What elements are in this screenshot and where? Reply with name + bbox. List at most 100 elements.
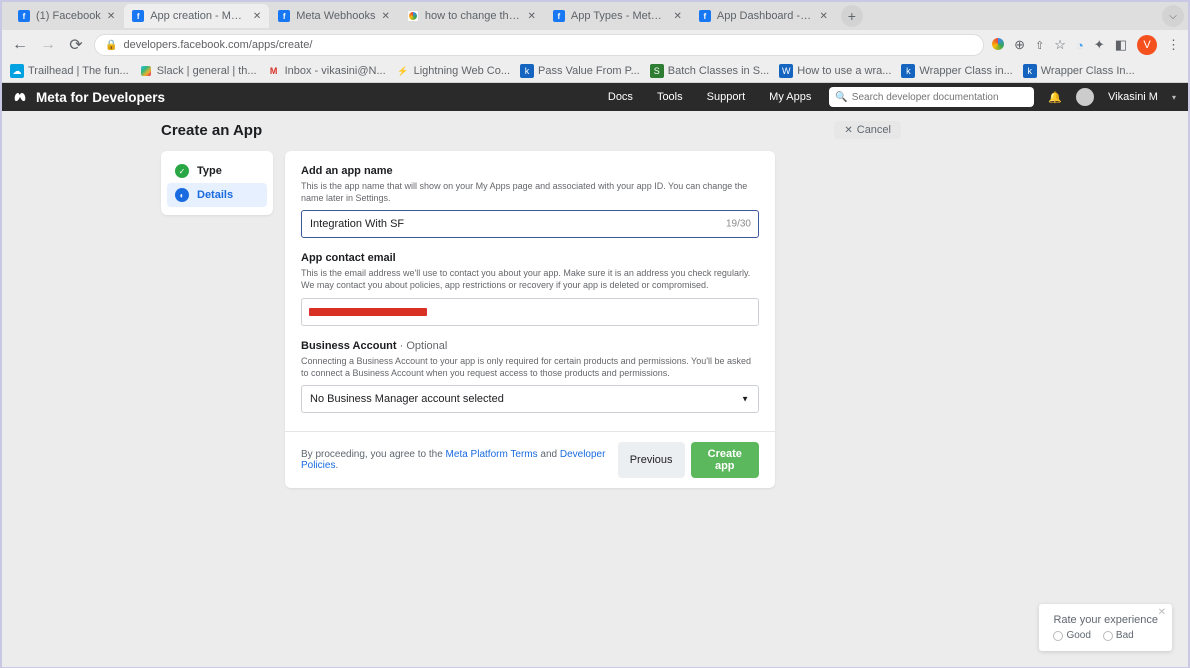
bookmark-label: Inbox - vikasini@N... [285, 65, 386, 77]
optional-tag: · Optional [397, 340, 448, 352]
bookmark-item[interactable]: kWrapper Class in... [901, 64, 1012, 78]
bookmark-icon: k [901, 64, 915, 78]
bookmark-item[interactable]: ⚡ Lightning Web Co... [396, 64, 510, 78]
notifications-icon[interactable]: 🔔 [1048, 91, 1062, 104]
forward-button[interactable]: → [38, 35, 58, 55]
nav-bar: ← → ⟳ 🔒 developers.facebook.com/apps/cre… [2, 30, 1188, 60]
app-name-input[interactable] [301, 210, 759, 238]
field-help: Connecting a Business Account to your ap… [301, 355, 759, 379]
form-footer: By proceeding, you agree to the Meta Pla… [285, 431, 775, 488]
browser-tab[interactable]: f (1) Facebook ✕ [10, 4, 123, 28]
field-help: This is the email address we'll use to c… [301, 267, 759, 291]
close-icon[interactable]: ✕ [382, 11, 390, 22]
bookmark-icon: M [267, 64, 281, 78]
feedback-bad[interactable]: Bad [1103, 630, 1134, 641]
bookmark-icon[interactable]: ☆ [1054, 37, 1066, 53]
address-bar[interactable]: 🔒 developers.facebook.com/apps/create/ [94, 34, 984, 56]
nav-myapps[interactable]: My Apps [769, 91, 811, 103]
business-account-select[interactable]: No Business Manager account selected [301, 385, 759, 413]
feedback-good-label: Good [1066, 630, 1090, 641]
meta-brand[interactable]: Meta for Developers [14, 89, 165, 105]
extensions-icon[interactable]: ✦ [1094, 37, 1105, 53]
chevron-down-icon[interactable]: ▾ [1172, 93, 1176, 102]
bookmark-label: Wrapper Class In... [1041, 65, 1135, 77]
feedback-good[interactable]: Good [1053, 630, 1090, 641]
cancel-label: Cancel [857, 124, 891, 136]
step-type[interactable]: ✓ Type [167, 159, 267, 183]
cancel-button[interactable]: ✕ Cancel [834, 121, 901, 139]
browser-tab[interactable]: how to change the app typ ✕ [399, 4, 544, 28]
tab-title: how to change the app typ [425, 10, 522, 22]
browser-tab[interactable]: f App creation - Meta for De ✕ [124, 4, 269, 28]
bookmark-icon: k [520, 64, 534, 78]
previous-button[interactable]: Previous [618, 442, 685, 478]
close-icon[interactable]: ✕ [674, 11, 682, 22]
bookmark-item[interactable]: ☁Trailhead | The fun... [10, 64, 129, 78]
radio-icon [1103, 631, 1113, 641]
brand-text: Meta for Developers [36, 90, 165, 105]
browser-tab[interactable]: f App Types - Meta App Dev ✕ [545, 4, 690, 28]
platform-terms-link[interactable]: Meta Platform Terms [446, 449, 538, 460]
bookmark-item[interactable]: Slack | general | th... [139, 64, 257, 78]
facebook-icon: f [132, 10, 144, 22]
create-app-button[interactable]: Create app [691, 442, 759, 478]
bookmark-label: Lightning Web Co... [414, 65, 510, 77]
bookmark-icon: ⚡ [396, 64, 410, 78]
menu-icon[interactable]: ⋮ [1167, 37, 1180, 53]
tab-title: App creation - Meta for De [150, 10, 247, 22]
feedback-title: Rate your experience [1053, 614, 1158, 626]
browser-tab[interactable]: f App Dashboard - Meta Ap ✕ [691, 4, 836, 28]
facebook-icon: f [699, 10, 711, 22]
tab-bar: f (1) Facebook ✕ f App creation - Meta f… [2, 2, 1188, 30]
google-icon [407, 10, 419, 22]
share-icon[interactable]: ⇧ [1035, 39, 1044, 52]
feedback-card: ✕ Rate your experience Good Bad [1039, 604, 1172, 651]
field-label-text: Business Account [301, 340, 397, 352]
zoom-icon[interactable]: ⊕ [1014, 37, 1025, 53]
new-tab-button[interactable]: + [841, 5, 863, 27]
bookmark-item[interactable]: WHow to use a wra... [779, 64, 891, 78]
page-header: Create an App ✕ Cancel [161, 121, 901, 139]
radio-icon [1053, 631, 1063, 641]
bookmark-item[interactable]: kWrapper Class In... [1023, 64, 1135, 78]
close-icon[interactable]: ✕ [528, 11, 536, 22]
bookmark-item[interactable]: SBatch Classes in S... [650, 64, 770, 78]
close-icon[interactable]: ✕ [1158, 607, 1166, 618]
profile-avatar[interactable]: V [1137, 35, 1157, 55]
tab-title: App Dashboard - Meta Ap [717, 10, 814, 22]
meta-links: Docs Tools Support My Apps [608, 91, 811, 103]
reload-button[interactable]: ⟳ [66, 35, 86, 55]
contact-email-field: App contact email This is the email addr… [301, 252, 759, 325]
extension-sync-icon[interactable]: ◔ [1076, 38, 1084, 53]
step-details[interactable]: ◐ Details [167, 183, 267, 207]
nav-search[interactable]: 🔍 [829, 87, 1034, 107]
close-icon[interactable]: ✕ [820, 11, 828, 22]
search-icon: 🔍 [835, 92, 847, 103]
bookmark-item[interactable]: M Inbox - vikasini@N... [267, 64, 386, 78]
field-label: Add an app name [301, 165, 759, 177]
browser-tab[interactable]: f Meta Webhooks ✕ [270, 4, 398, 28]
nav-tools[interactable]: Tools [657, 91, 683, 103]
bookmark-label: Slack | general | th... [157, 65, 257, 77]
side-panel-icon[interactable]: ◧ [1115, 37, 1127, 53]
terms-suffix: . [335, 460, 338, 471]
tab-list-button[interactable]: ⌵ [1162, 5, 1184, 27]
search-input[interactable] [852, 92, 1029, 103]
facebook-icon: f [278, 10, 290, 22]
bookmark-label: Trailhead | The fun... [28, 65, 129, 77]
tab-title: Meta Webhooks [296, 10, 375, 22]
close-icon: ✕ [844, 125, 852, 136]
google-lens-icon[interactable] [992, 38, 1004, 53]
user-avatar[interactable] [1076, 88, 1094, 106]
close-icon[interactable]: ✕ [253, 11, 261, 22]
tab-title: (1) Facebook [36, 10, 101, 22]
nav-support[interactable]: Support [707, 91, 746, 103]
feedback-bad-label: Bad [1116, 630, 1134, 641]
field-help: This is the app name that will show on y… [301, 180, 759, 204]
user-name[interactable]: Vikasini M [1108, 91, 1158, 103]
back-button[interactable]: ← [10, 35, 30, 55]
bookmark-item[interactable]: kPass Value From P... [520, 64, 640, 78]
content-area: Create an App ✕ Cancel ✓ Type ◐ Details [2, 111, 1188, 667]
close-icon[interactable]: ✕ [107, 11, 115, 22]
nav-docs[interactable]: Docs [608, 91, 633, 103]
